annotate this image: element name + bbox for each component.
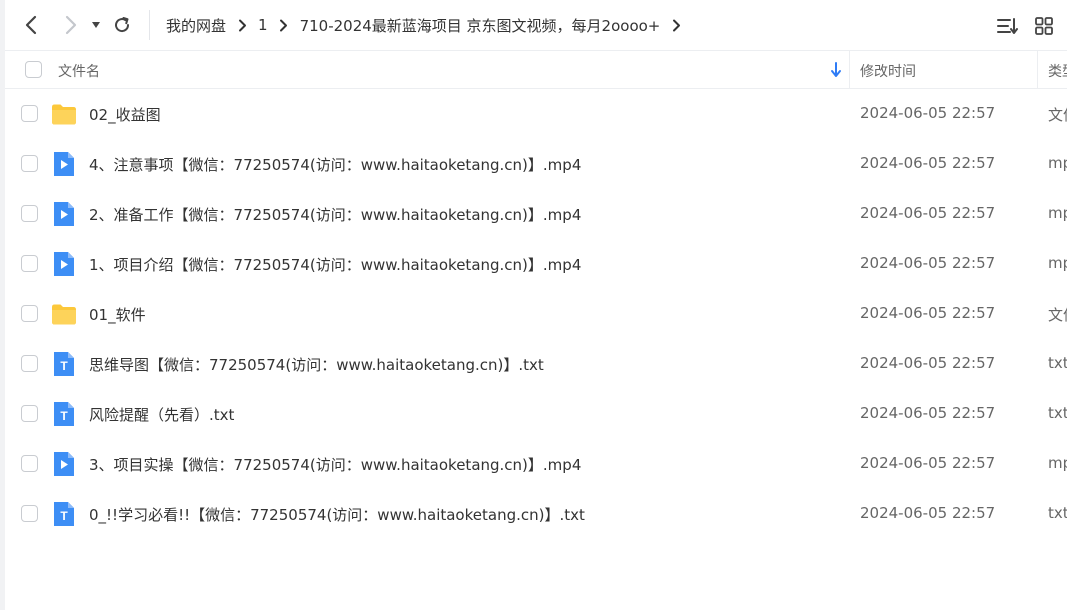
back-button[interactable]: [17, 10, 47, 40]
file-type: mp4: [1048, 254, 1067, 272]
chevron-left-icon: [25, 15, 37, 35]
caret-down-icon: [92, 22, 100, 28]
file-row[interactable]: 2、准备工作【微信：77250574(访问：www.haitaoketang.c…: [5, 189, 1067, 239]
row-checkbox[interactable]: [21, 155, 38, 172]
sort-list-icon: [997, 17, 1018, 34]
sort-descending-icon[interactable]: [829, 62, 843, 78]
file-name: 4、注意事项【微信：77250574(访问：www.haitaoketang.c…: [89, 156, 582, 174]
file-row[interactable]: T 风险提醒（先看）.txt 2024-06-05 22:57 txt: [5, 389, 1067, 439]
file-row[interactable]: T 思维导图【微信：77250574(访问：www.haitaoketang.c…: [5, 339, 1067, 389]
folder-icon: [52, 304, 76, 325]
file-type: mp4: [1048, 154, 1067, 172]
video-file-icon: [54, 202, 74, 226]
toolbar-separator: [149, 10, 150, 40]
refresh-button[interactable]: [107, 10, 137, 40]
row-checkbox[interactable]: [21, 105, 38, 122]
chevron-right-icon: [235, 18, 249, 32]
row-checkbox[interactable]: [21, 405, 38, 422]
row-checkbox[interactable]: [21, 205, 38, 222]
file-modified-time: 2024-06-05 22:57: [860, 204, 996, 222]
column-header-name[interactable]: 文件名: [58, 61, 100, 81]
file-row[interactable]: T 0_!!学习必看!!【微信：77250574(访问：www.haitaoke…: [5, 489, 1067, 539]
file-row[interactable]: 01_软件 2024-06-05 22:57 文件夹: [5, 289, 1067, 339]
file-name: 3、项目实操【微信：77250574(访问：www.haitaoketang.c…: [89, 456, 582, 474]
file-type: txt: [1048, 404, 1067, 422]
column-header-modified-time[interactable]: 修改时间: [860, 61, 916, 81]
column-divider[interactable]: [1037, 51, 1038, 89]
svg-text:T: T: [60, 409, 68, 423]
file-modified-time: 2024-06-05 22:57: [860, 354, 996, 372]
grid-view-icon: [1035, 16, 1053, 35]
file-modified-time: 2024-06-05 22:57: [860, 254, 996, 272]
file-type: txt: [1048, 504, 1067, 522]
file-modified-time: 2024-06-05 22:57: [860, 504, 996, 522]
folder-icon: [52, 104, 76, 125]
column-divider[interactable]: [849, 51, 850, 89]
row-checkbox[interactable]: [21, 255, 38, 272]
file-name: 风险提醒（先看）.txt: [89, 406, 235, 424]
file-modified-time: 2024-06-05 22:57: [860, 454, 996, 472]
video-file-icon: [54, 152, 74, 176]
toolbar-right: [995, 0, 1067, 51]
file-type: mp4: [1048, 204, 1067, 222]
video-file-icon: [54, 452, 74, 476]
breadcrumb: 我的网盘 1 710-2024最新蓝海项目 京东图文视频，每月2oooo+: [166, 15, 692, 36]
column-header-type[interactable]: 类型: [1048, 61, 1067, 81]
chevron-right-icon: [669, 18, 683, 32]
file-type: txt: [1048, 354, 1067, 372]
file-row[interactable]: 4、注意事项【微信：77250574(访问：www.haitaoketang.c…: [5, 139, 1067, 189]
breadcrumb-item-root[interactable]: 我的网盘: [166, 15, 226, 36]
text-file-icon: T: [54, 502, 74, 526]
svg-text:T: T: [60, 359, 68, 373]
file-list-header: 文件名 修改时间 类型: [5, 51, 1067, 89]
file-modified-time: 2024-06-05 22:57: [860, 154, 996, 172]
file-modified-time: 2024-06-05 22:57: [860, 104, 996, 122]
file-name: 0_!!学习必看!!【微信：77250574(访问：www.haitaoketa…: [89, 506, 585, 524]
toolbar: 我的网盘 1 710-2024最新蓝海项目 京东图文视频，每月2oooo+: [5, 0, 1067, 51]
grid-view-button[interactable]: [1031, 13, 1057, 39]
svg-text:T: T: [60, 509, 68, 523]
file-type: mp4: [1048, 454, 1067, 472]
chevron-right-icon: [65, 15, 77, 35]
file-name: 01_软件: [89, 306, 146, 324]
row-checkbox[interactable]: [21, 455, 38, 472]
file-name: 02_收益图: [89, 106, 161, 124]
forward-button[interactable]: [55, 10, 85, 40]
file-name: 思维导图【微信：77250574(访问：www.haitaoketang.cn)…: [89, 356, 544, 374]
video-file-icon: [54, 252, 74, 276]
row-checkbox[interactable]: [21, 505, 38, 522]
row-checkbox[interactable]: [21, 305, 38, 322]
file-list: 02_收益图 2024-06-05 22:57 文件夹 4、注意事项【微信：77…: [5, 89, 1067, 539]
file-type: 文件夹: [1048, 106, 1067, 124]
select-all-checkbox[interactable]: [25, 61, 42, 78]
file-row[interactable]: 1、项目介绍【微信：77250574(访问：www.haitaoketang.c…: [5, 239, 1067, 289]
file-row[interactable]: 02_收益图 2024-06-05 22:57 文件夹: [5, 89, 1067, 139]
refresh-icon: [115, 17, 130, 33]
file-name: 1、项目介绍【微信：77250574(访问：www.haitaoketang.c…: [89, 256, 582, 274]
sort-button[interactable]: [995, 13, 1021, 39]
history-dropdown-button[interactable]: [85, 10, 107, 40]
file-modified-time: 2024-06-05 22:57: [860, 404, 996, 422]
breadcrumb-item-current[interactable]: 710-2024最新蓝海项目 京东图文视频，每月2oooo+: [300, 15, 661, 36]
breadcrumb-item-1[interactable]: 1: [258, 16, 268, 34]
text-file-icon: T: [54, 402, 74, 426]
row-checkbox[interactable]: [21, 355, 38, 372]
file-modified-time: 2024-06-05 22:57: [860, 304, 996, 322]
chevron-right-icon: [277, 18, 291, 32]
text-file-icon: T: [54, 352, 74, 376]
file-name: 2、准备工作【微信：77250574(访问：www.haitaoketang.c…: [89, 206, 582, 224]
file-row[interactable]: 3、项目实操【微信：77250574(访问：www.haitaoketang.c…: [5, 439, 1067, 489]
file-type: 文件夹: [1048, 306, 1067, 324]
